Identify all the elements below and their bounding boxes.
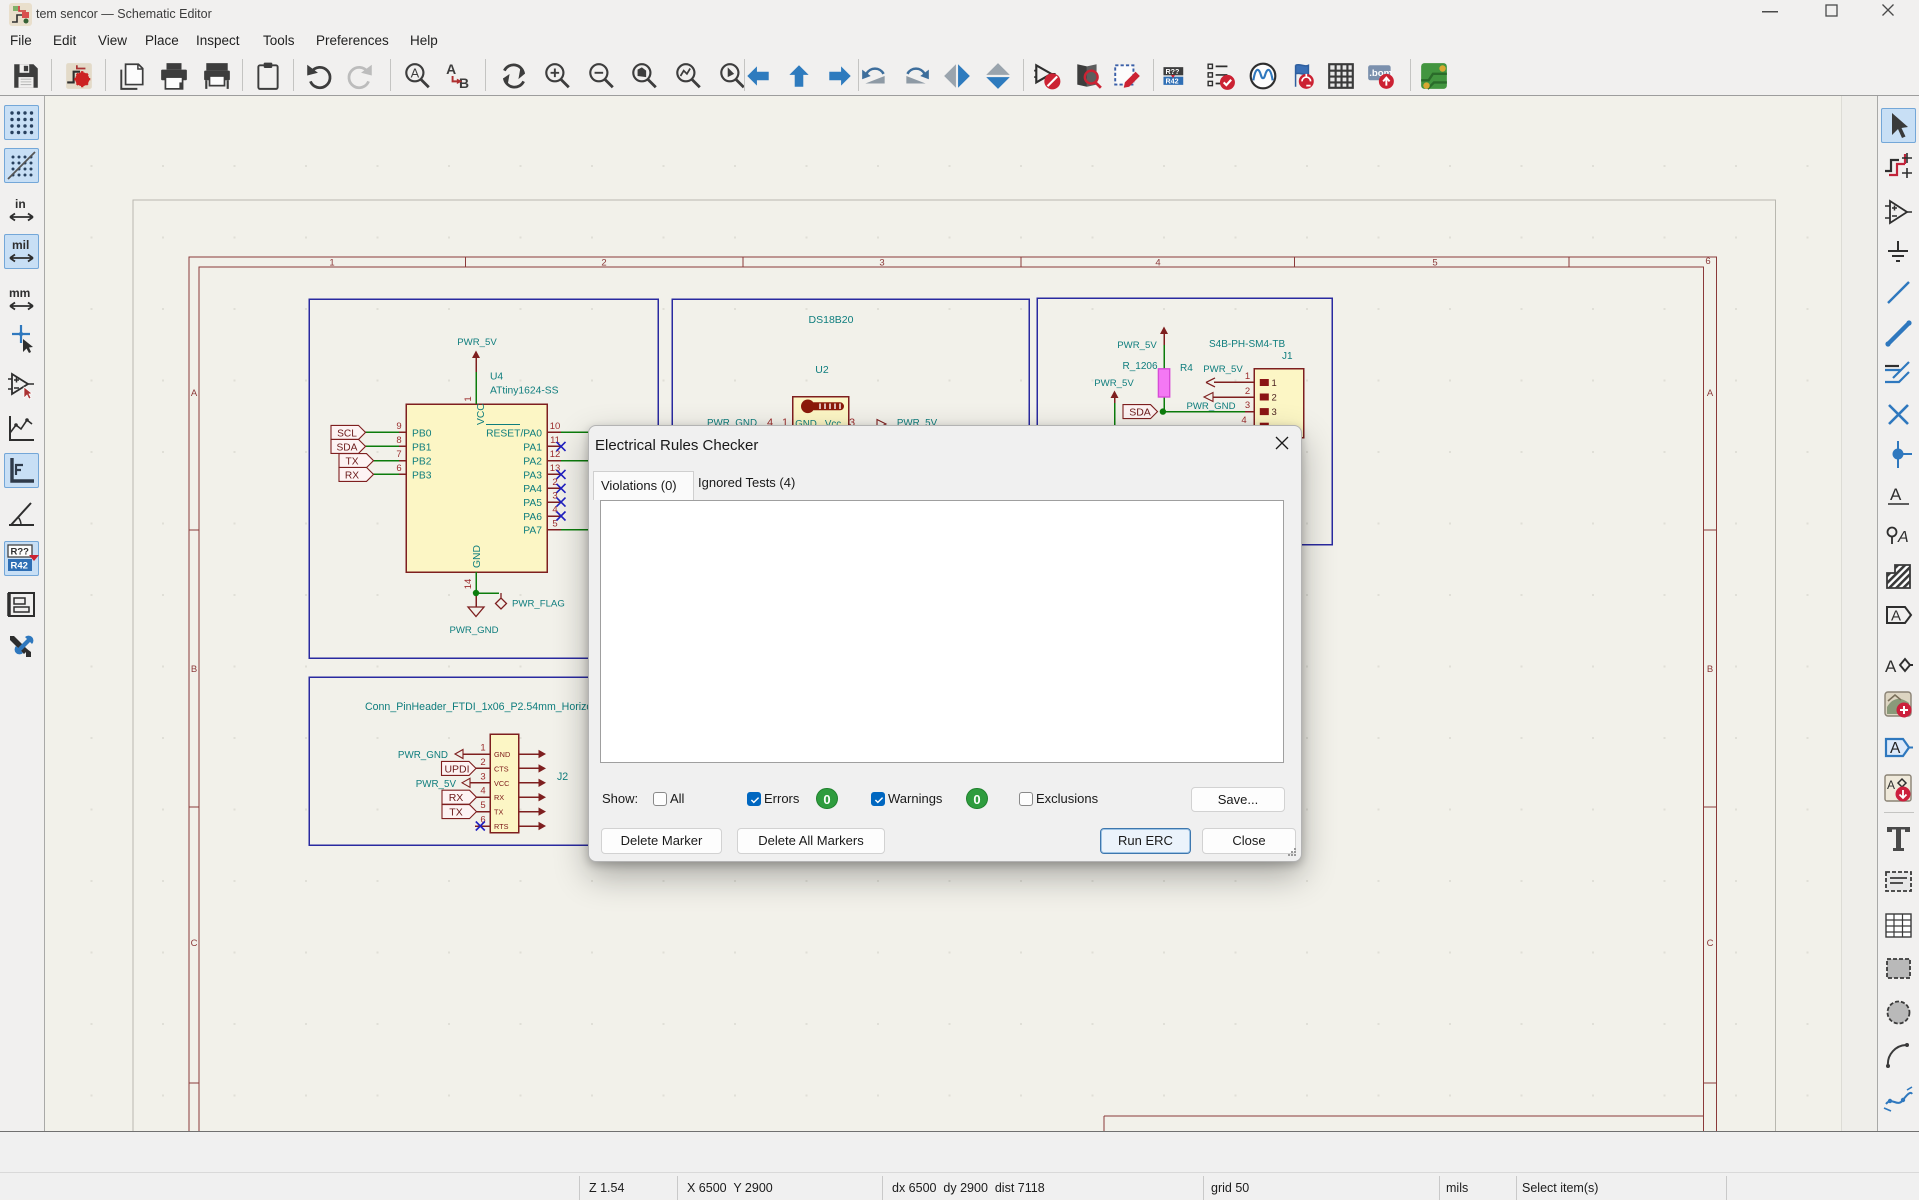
svg-text:PA1: PA1 — [523, 442, 542, 453]
svg-text:UPDI: UPDI — [444, 763, 469, 775]
svg-text:3: 3 — [879, 258, 884, 269]
svg-text:mil: mil — [12, 238, 29, 252]
svg-text:4: 4 — [1155, 258, 1160, 269]
svg-text:U2: U2 — [815, 364, 829, 376]
svg-text:SCL: SCL — [337, 428, 357, 439]
svg-text:A: A — [1885, 657, 1897, 676]
svg-text:PWR_5V: PWR_5V — [457, 337, 497, 348]
svg-text:TX: TX — [449, 807, 462, 819]
svg-text:9: 9 — [396, 421, 401, 432]
svg-text:R42: R42 — [1166, 78, 1179, 86]
svg-text:14: 14 — [463, 579, 474, 590]
svg-text:PWR_GND: PWR_GND — [449, 625, 498, 636]
svg-text:3: 3 — [1245, 400, 1250, 411]
svg-text:3: 3 — [480, 771, 485, 782]
svg-text:PWR_5V: PWR_5V — [416, 779, 457, 790]
svg-text:2: 2 — [601, 258, 606, 269]
svg-text:R42: R42 — [11, 560, 28, 571]
svg-text:J2: J2 — [557, 771, 568, 783]
svg-text:2: 2 — [480, 757, 485, 768]
svg-text:ATtiny1624-SS: ATtiny1624-SS — [490, 386, 559, 397]
svg-text:C: C — [1707, 938, 1714, 949]
svg-text:mm: mm — [9, 286, 30, 300]
svg-text:VCC: VCC — [476, 403, 487, 425]
svg-text:PB3: PB3 — [412, 470, 432, 481]
svg-text:10: 10 — [550, 421, 561, 432]
svg-text:in: in — [15, 197, 26, 211]
svg-text:A: A — [1890, 740, 1901, 757]
svg-text:PWR_5V: PWR_5V — [1117, 340, 1157, 351]
svg-text:B: B — [1707, 664, 1713, 675]
svg-text:1: 1 — [463, 396, 474, 401]
svg-text:R??: R?? — [11, 546, 30, 557]
svg-text:U4: U4 — [490, 372, 503, 383]
svg-text:8: 8 — [396, 435, 401, 446]
svg-text:PWR_5V: PWR_5V — [1203, 364, 1243, 375]
svg-text:1: 1 — [1272, 378, 1277, 389]
svg-text:PA6: PA6 — [523, 512, 542, 523]
svg-text:TX: TX — [494, 808, 503, 817]
svg-text:6: 6 — [396, 463, 401, 474]
svg-text:1: 1 — [1245, 371, 1250, 382]
svg-text:Conn_PinHeader_FTDI_1x06_P2.54: Conn_PinHeader_FTDI_1x06_P2.54mm_Horizon… — [365, 701, 609, 713]
svg-text:GND: GND — [494, 750, 510, 759]
svg-text:A: A — [1897, 529, 1909, 546]
svg-text:A: A — [1890, 485, 1902, 504]
svg-text:PWR_5V: PWR_5V — [1094, 378, 1134, 389]
svg-text:B: B — [459, 75, 469, 91]
svg-text:PWR_FLAG: PWR_FLAG — [512, 599, 565, 610]
svg-text:PA2: PA2 — [523, 457, 542, 468]
svg-text:1: 1 — [480, 743, 485, 754]
svg-text:RESET/PA0: RESET/PA0 — [486, 428, 542, 439]
svg-text:A: A — [1891, 608, 1901, 625]
svg-text:12: 12 — [550, 449, 561, 460]
svg-text:PA3: PA3 — [523, 470, 542, 481]
svg-text:A: A — [1887, 778, 1895, 792]
svg-text:R4: R4 — [1180, 363, 1193, 374]
svg-text:CTS: CTS — [494, 764, 509, 773]
svg-text:TX: TX — [345, 457, 358, 468]
svg-text:2: 2 — [1272, 393, 1277, 404]
svg-text:S4B-PH-SM4-TB: S4B-PH-SM4-TB — [1209, 339, 1285, 350]
svg-text:3: 3 — [1272, 407, 1277, 418]
svg-text:A: A — [411, 66, 420, 81]
svg-text:PB0: PB0 — [412, 428, 432, 439]
svg-text:5: 5 — [1432, 258, 1437, 269]
svg-text:SDA: SDA — [1129, 407, 1151, 419]
svg-text:R??: R?? — [1166, 68, 1180, 76]
svg-text:A: A — [446, 61, 456, 77]
svg-text:RX: RX — [494, 793, 504, 802]
svg-text:C: C — [191, 938, 198, 949]
svg-text:GND: GND — [472, 545, 483, 568]
svg-text:PA7: PA7 — [523, 526, 542, 537]
svg-text:PWR_GND: PWR_GND — [1186, 401, 1235, 412]
svg-text:B: B — [191, 664, 197, 675]
svg-text:1: 1 — [329, 258, 334, 269]
svg-text:PA4: PA4 — [523, 484, 542, 495]
svg-text:7: 7 — [396, 449, 401, 460]
svg-text:PA5: PA5 — [523, 498, 542, 509]
svg-text:RX: RX — [449, 792, 464, 804]
svg-text:R_1206: R_1206 — [1122, 361, 1157, 372]
svg-text:6: 6 — [1705, 256, 1710, 267]
svg-text:DS18B20: DS18B20 — [809, 314, 854, 326]
svg-text:4: 4 — [480, 786, 485, 797]
svg-text:RX: RX — [345, 470, 359, 481]
svg-text:PWR_GND: PWR_GND — [398, 750, 448, 761]
svg-text:SDA: SDA — [337, 442, 358, 453]
svg-text:RTS: RTS — [494, 822, 509, 831]
svg-text:A: A — [1707, 388, 1714, 399]
svg-text:5: 5 — [480, 800, 485, 811]
svg-text:PB2: PB2 — [412, 457, 432, 468]
svg-text:J1: J1 — [1282, 351, 1293, 362]
svg-text:VCC: VCC — [494, 779, 509, 788]
svg-text:2: 2 — [1245, 386, 1250, 397]
svg-text:A: A — [191, 388, 198, 399]
svg-text:PB1: PB1 — [412, 442, 432, 453]
